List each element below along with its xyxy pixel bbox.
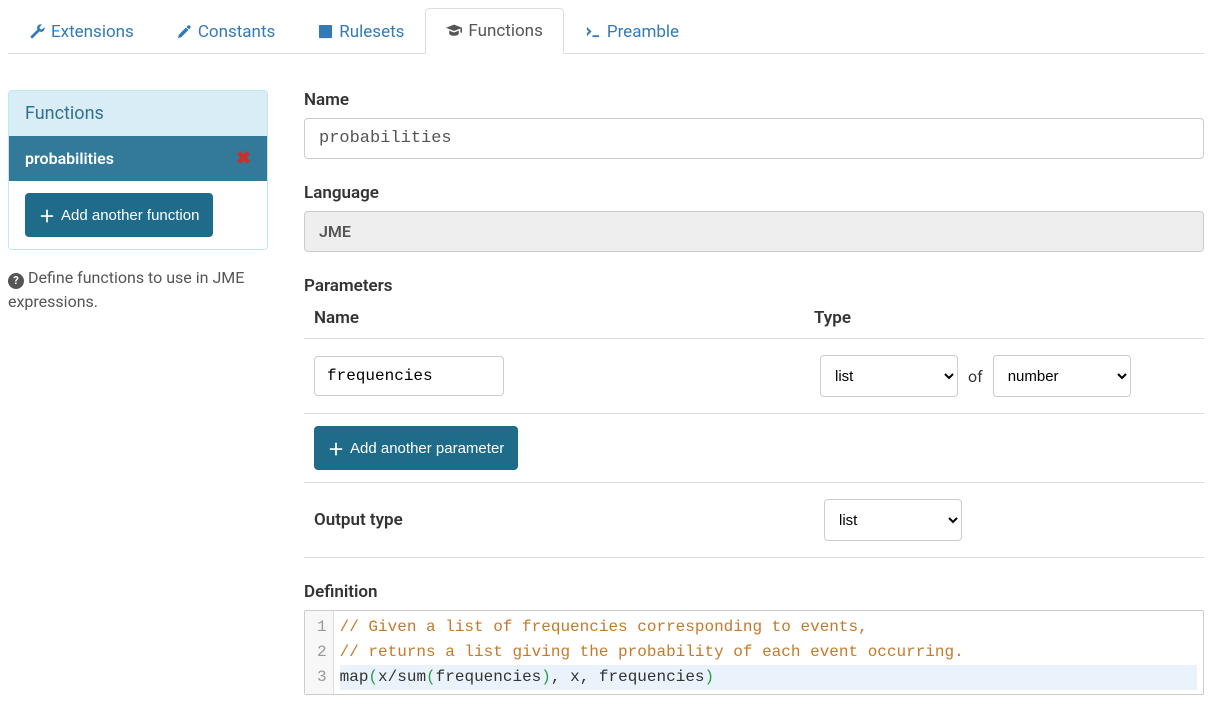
button-label: Add another parameter: [350, 440, 504, 457]
field-name: Name: [304, 90, 1204, 159]
tab-preamble[interactable]: Preamble: [564, 8, 700, 54]
wrench-icon: [29, 24, 45, 40]
output-type-select[interactable]: list: [824, 499, 962, 541]
panel-title: Functions: [9, 91, 267, 136]
output-type-row: Output type list: [304, 483, 1204, 558]
functions-panel: Functions probabilities ✖ ＋ Add another …: [8, 90, 268, 250]
function-item-probabilities[interactable]: probabilities ✖: [9, 136, 267, 181]
graduation-cap-icon: [446, 23, 462, 39]
parameter-type-select[interactable]: list: [820, 355, 958, 397]
code-line: // returns a list giving the probability…: [340, 640, 1197, 665]
sidebar: Functions probabilities ✖ ＋ Add another …: [8, 90, 268, 703]
code-line: map(x/sum(frequencies), x, frequencies): [340, 665, 1197, 690]
list-icon: [317, 24, 333, 40]
output-type-label: Output type: [314, 510, 824, 530]
function-item-label: probabilities: [25, 149, 114, 168]
parameter-subtype-select[interactable]: number: [993, 355, 1131, 397]
tab-label: Extensions: [51, 22, 134, 42]
field-parameters: Parameters Name Type list of number ＋: [304, 276, 1204, 558]
content: Functions probabilities ✖ ＋ Add another …: [8, 54, 1204, 703]
of-text: of: [968, 367, 983, 386]
tab-constants[interactable]: Constants: [155, 8, 296, 54]
add-parameter-button[interactable]: ＋ Add another parameter: [314, 426, 518, 470]
add-function-button[interactable]: ＋ Add another function: [25, 193, 213, 237]
tab-label: Constants: [198, 22, 275, 42]
plus-icon: ＋: [39, 203, 55, 227]
code-lines: // Given a list of frequencies correspon…: [334, 611, 1203, 694]
code-line: // Given a list of frequencies correspon…: [340, 615, 1197, 640]
field-definition: Definition 1 2 3 // Given a list of freq…: [304, 582, 1204, 695]
terminal-icon: [585, 24, 601, 40]
param-header-name: Name: [304, 308, 814, 328]
code-editor[interactable]: 1 2 3 // Given a list of frequencies cor…: [304, 610, 1204, 695]
definition-label: Definition: [304, 582, 1204, 602]
main-form: Name Language JME Parameters Name Type l…: [304, 90, 1204, 703]
tab-extensions[interactable]: Extensions: [8, 8, 155, 54]
plus-icon: ＋: [328, 436, 344, 460]
name-input[interactable]: [304, 118, 1204, 159]
button-label: Add another function: [61, 207, 199, 224]
add-param-row: ＋ Add another parameter: [304, 413, 1204, 483]
pencil-icon: [176, 24, 192, 40]
help-icon: ?: [8, 273, 24, 289]
language-select[interactable]: JME: [304, 211, 1204, 252]
tabs-bar: Extensions Constants Rulesets Functions …: [8, 8, 1204, 54]
parameter-row: list of number: [304, 338, 1204, 413]
language-label: Language: [304, 183, 1204, 203]
name-label: Name: [304, 90, 1204, 110]
tab-label: Rulesets: [339, 22, 404, 42]
panel-footer: ＋ Add another function: [9, 181, 267, 249]
tab-functions[interactable]: Functions: [425, 8, 563, 54]
delete-function-icon[interactable]: ✖: [236, 148, 251, 169]
code-gutter: 1 2 3: [305, 611, 334, 694]
parameters-label: Parameters: [304, 276, 1204, 296]
help-text-content: Define functions to use in JME expressio…: [8, 268, 244, 311]
tab-rulesets[interactable]: Rulesets: [296, 8, 425, 54]
tab-label: Functions: [468, 21, 542, 41]
param-header: Name Type: [304, 304, 1204, 338]
field-language: Language JME: [304, 183, 1204, 252]
help-text: ?Define functions to use in JME expressi…: [8, 266, 268, 314]
tab-label: Preamble: [607, 22, 679, 42]
parameter-name-input[interactable]: [314, 356, 504, 396]
param-header-type: Type: [814, 308, 851, 328]
